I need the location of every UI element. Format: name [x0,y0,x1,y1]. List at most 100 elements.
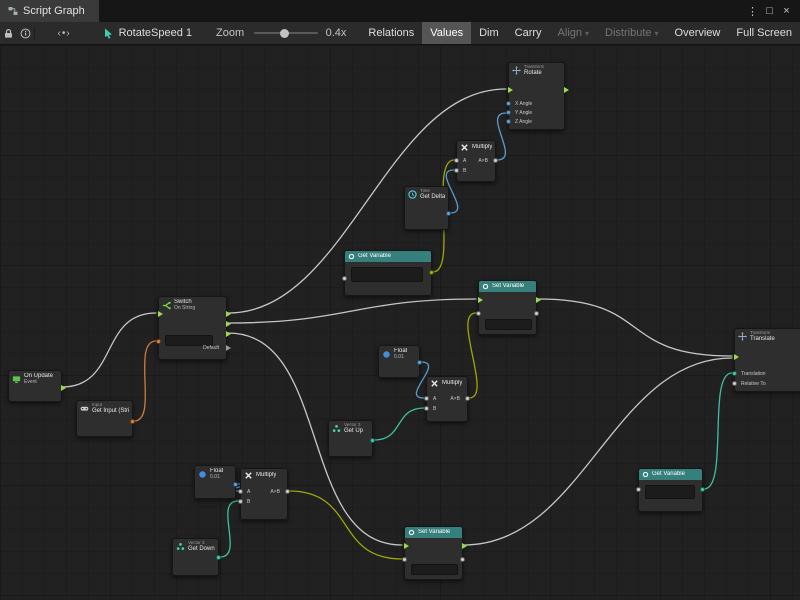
flow-port[interactable] [404,543,409,549]
value-port[interactable] [636,487,641,492]
node-switch-on-string[interactable]: SwitchOn StringDefault [158,296,227,360]
toolbar-button-align[interactable]: Align▾ [550,22,597,44]
zoom-slider-thumb[interactable] [280,29,289,38]
value-port[interactable] [476,311,481,316]
toolbar-button-relations[interactable]: Relations [360,22,422,44]
port-label: Translation [741,371,766,377]
flow-port[interactable] [158,311,163,317]
branch-icon [162,301,171,310]
connection [228,299,476,323]
flow-port[interactable] [226,311,231,317]
value-port[interactable] [417,360,422,365]
zoom-slider[interactable] [254,26,317,40]
value-port[interactable] [493,158,498,163]
toolbar-button-values[interactable]: Values [422,22,471,44]
lock-icon[interactable] [0,22,17,44]
value-port[interactable] [429,270,434,275]
value-port[interactable] [424,396,429,401]
toolbar-button-distribute[interactable]: Distribute▾ [597,22,666,44]
flow-port[interactable] [734,354,739,360]
node-translate[interactable]: TransformTranslateTranslationRelative To [734,328,800,392]
inline-value-field[interactable] [351,267,423,282]
flow-port[interactable] [226,321,231,327]
value-port[interactable] [506,119,511,124]
node-get-input-string[interactable]: InputGet Input (Strin [76,400,133,437]
maximize-icon[interactable]: □ [762,5,777,17]
port-label: B [247,499,250,505]
script-graph-icon [8,6,18,16]
node-header: Float0.01 [195,466,235,482]
value-port[interactable] [700,487,705,492]
value-port[interactable] [130,419,135,424]
value-port[interactable] [465,396,470,401]
node-text: Get Variable [358,253,391,260]
node-set-variable-2[interactable]: Set Variable [404,526,463,580]
node-text: Set Variable [418,529,450,536]
toolbar-button-dim[interactable]: Dim [471,22,507,44]
node-vector3-get-down[interactable]: Vector 3Get Down [172,538,219,576]
node-multiply-1[interactable]: MultiplyABA×B [456,140,496,182]
variable-icon [482,283,489,290]
flow-port[interactable] [462,543,467,549]
value-port[interactable] [732,371,737,376]
flow-port[interactable] [226,345,231,351]
inline-value-field[interactable] [411,564,458,575]
value-port[interactable] [454,168,459,173]
graph-canvas[interactable]: On UpdateEvent InputGet Input (Strin Switc… [0,45,800,600]
connection [497,113,506,160]
value-port[interactable] [424,406,429,411]
node-get-variable-2[interactable]: Get Variable [638,468,703,512]
connection [374,408,424,440]
node-get-delta-time[interactable]: TimeGet Delta Time [404,186,449,230]
value-port[interactable] [534,311,539,316]
value-port[interactable] [446,211,451,216]
value-port[interactable] [506,101,511,106]
value-port[interactable] [238,489,243,494]
value-port[interactable] [460,557,465,562]
node-text: Vector 3Get Up [344,423,363,435]
flow-port[interactable] [61,385,66,391]
close-icon[interactable]: × [779,5,794,17]
node-on-update[interactable]: On UpdateEvent [8,370,62,402]
value-port[interactable] [285,489,290,494]
inline-value-field[interactable] [645,485,695,499]
flow-port[interactable] [478,297,483,303]
value-port[interactable] [454,158,459,163]
menu-icon[interactable]: ⋮ [745,5,760,18]
value-port[interactable] [238,499,243,504]
value-port[interactable] [732,381,737,386]
value-port[interactable] [402,557,407,562]
port-label: Z Angle [515,119,532,125]
value-port[interactable] [342,276,347,281]
node-vector3-get-up[interactable]: Vector 3Get Up [328,420,373,457]
value-port[interactable] [370,438,375,443]
info-icon[interactable] [17,22,34,44]
value-port[interactable] [233,482,238,487]
port-label: A×B [450,396,460,402]
node-multiply-2[interactable]: MultiplyABA×B [426,376,468,422]
toolbar-button-overview[interactable]: Overview [667,22,729,44]
node-set-variable-1[interactable]: Set Variable [478,280,537,335]
port-label: Y Angle [515,110,532,116]
zoom-fit-icon[interactable]: ‹•› [49,22,80,44]
value-port[interactable] [506,110,511,115]
node-multiply-3[interactable]: MultiplyABA×B [240,468,288,520]
node-get-variable-1[interactable]: Get Variable [344,250,432,296]
value-port[interactable] [156,339,161,344]
node-header: SwitchOn String [159,297,226,313]
flow-port[interactable] [508,87,513,93]
flow-port[interactable] [226,331,231,337]
tab-script-graph[interactable]: Script Graph [0,0,99,22]
graph-breadcrumb[interactable]: RotateSpeed 1 [104,27,192,39]
multiply-icon [430,379,439,388]
node-float-1[interactable]: Float0.01 [378,345,420,378]
toolbar-button-carry[interactable]: Carry [507,22,550,44]
node-rotate[interactable]: TransformRotateX AngleY AngleZ Angle [508,62,565,130]
inline-value-field[interactable] [485,319,532,330]
node-title: Multiply [256,472,276,479]
flow-port[interactable] [564,87,569,93]
value-port[interactable] [216,555,221,560]
node-float-2[interactable]: Float0.01 [194,465,236,499]
toolbar-button-full-screen[interactable]: Full Screen [728,22,800,44]
flow-port[interactable] [536,297,541,303]
